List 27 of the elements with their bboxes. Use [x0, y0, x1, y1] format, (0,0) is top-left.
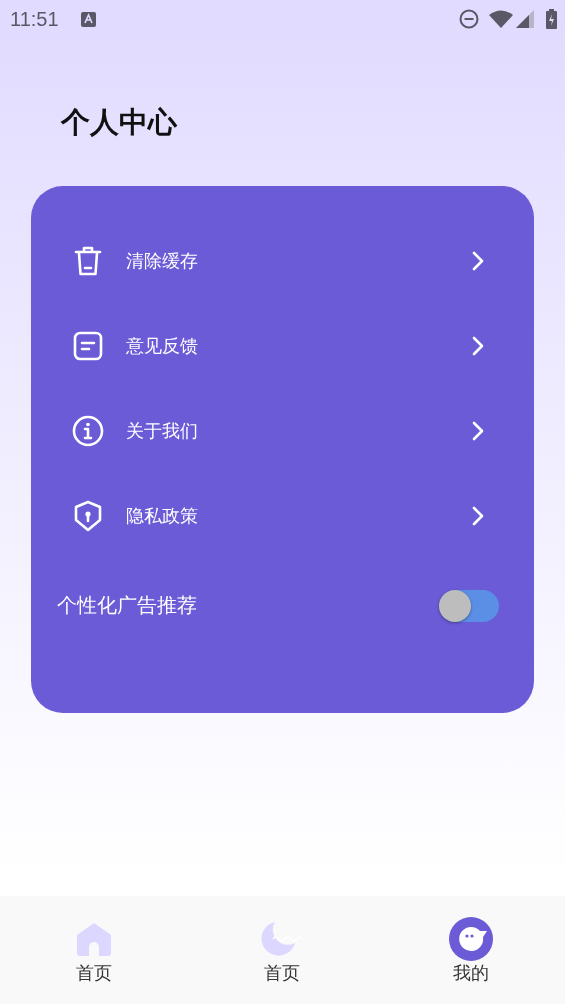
- page-title: 个人中心: [60, 104, 178, 141]
- battery-icon: [546, 9, 557, 29]
- chevron-right-icon: [472, 250, 484, 271]
- menu-label[interactable]: 清除缓存: [126, 248, 472, 273]
- chevron-right-icon: [472, 505, 484, 526]
- toggle-switch[interactable]: [439, 589, 499, 622]
- nav-tab[interactable]: 首页: [0, 916, 189, 1004]
- moon-icon: [261, 921, 304, 957]
- nav-tab[interactable]: 首页: [188, 916, 377, 1004]
- shield-icon: [73, 499, 103, 532]
- keyboard-icon: [80, 11, 96, 27]
- chevron-right-icon: [472, 420, 484, 441]
- face-icon: [448, 917, 493, 961]
- chevron-right-icon: [472, 335, 484, 356]
- setting-label: 个性化广告推荐: [57, 592, 198, 619]
- info-icon: [72, 414, 104, 447]
- nav-tab[interactable]: 我的: [376, 916, 565, 1004]
- menu-label[interactable]: 关于我们: [126, 418, 472, 443]
- house-icon: [76, 922, 113, 956]
- menu-label[interactable]: 意见反馈: [126, 333, 472, 358]
- wifi-icon: [489, 10, 513, 28]
- trash-icon: [73, 244, 103, 277]
- document-icon: [73, 330, 103, 361]
- clock: 11:51: [10, 7, 59, 31]
- do-not-disturb-icon: [459, 9, 479, 29]
- signal-icon: [516, 10, 534, 28]
- menu-label[interactable]: 隐私政策: [126, 503, 472, 528]
